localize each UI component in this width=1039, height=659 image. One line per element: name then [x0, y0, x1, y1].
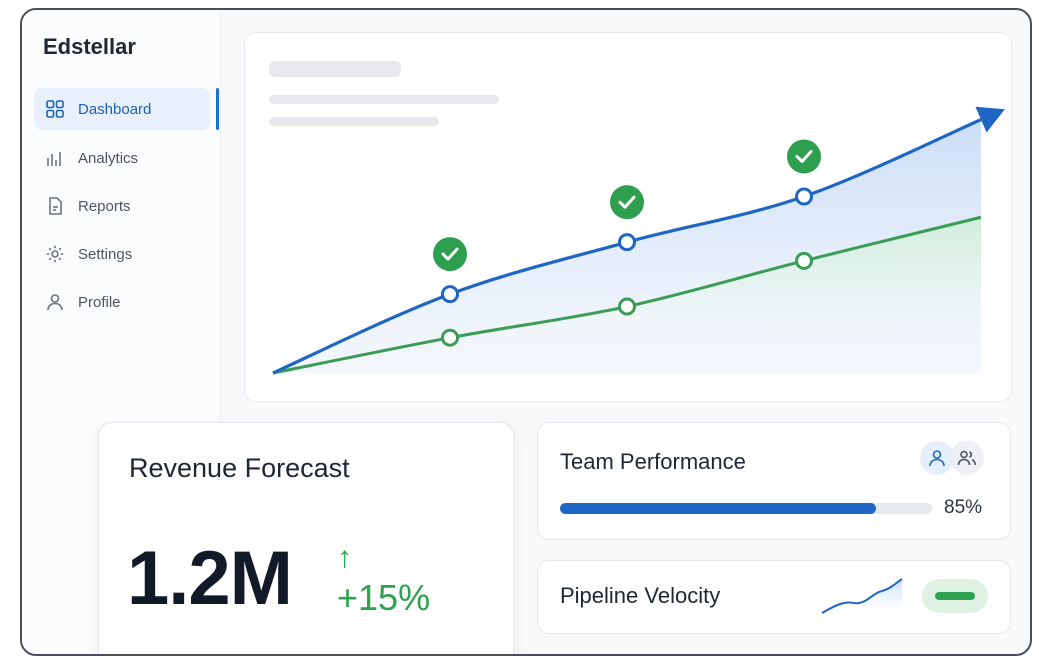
check-circle-icon — [610, 185, 644, 220]
data-point-upper — [795, 187, 813, 206]
data-point-upper — [441, 285, 459, 304]
sidebar-item-label: Dashboard — [78, 100, 152, 118]
sidebar-item-analytics[interactable]: Analytics — [34, 137, 210, 179]
data-point-lower — [795, 251, 813, 270]
bar-chart-icon — [44, 147, 66, 169]
sidebar-item-reports[interactable]: Reports — [34, 185, 210, 227]
check-circle-icon — [433, 237, 467, 272]
gear-icon — [44, 243, 66, 265]
data-point-lower — [441, 328, 459, 347]
pipeline-velocity-card: Pipeline Velocity — [537, 560, 1011, 634]
revenue-change: +15% — [337, 577, 431, 618]
app-window: Edstellar Dashboard Analytics Reports Se… — [20, 8, 1032, 656]
revenue-title: Revenue Forecast — [129, 453, 350, 483]
trend-up-arrow-icon: ↑ — [337, 541, 352, 574]
subtitle-skeleton-line — [269, 95, 499, 104]
revenue-forecast-card: Revenue Forecast 1.2M ↑ +15% — [98, 422, 514, 654]
sidebar-item-label: Reports — [78, 197, 131, 215]
title-skeleton — [269, 61, 401, 77]
sidebar-item-label: Analytics — [78, 149, 139, 167]
document-icon — [44, 195, 66, 217]
brand-logo-text: Edstellar — [43, 34, 136, 59]
subtitle-skeleton-line — [269, 117, 439, 126]
status-pill-icon — [922, 579, 988, 613]
growth-chart-card — [244, 32, 1012, 402]
sidebar-item-settings[interactable]: Settings — [34, 233, 210, 275]
check-circle-bg — [787, 139, 821, 174]
check-circle-icon — [787, 139, 821, 174]
pipeline-velocity-title: Pipeline Velocity — [560, 583, 721, 608]
user-icon[interactable] — [920, 441, 954, 475]
sidebar-item-dashboard[interactable]: Dashboard — [34, 88, 210, 130]
data-point-lower — [618, 297, 636, 316]
users-icon[interactable] — [950, 441, 984, 475]
data-point-upper — [618, 233, 636, 252]
sidebar-item-label: Profile — [78, 293, 121, 311]
trend-line-icon — [820, 575, 904, 624]
revenue-value: 1.2M — [127, 536, 293, 621]
user-icon — [44, 291, 66, 313]
grid-icon — [44, 98, 66, 120]
growth-chart — [272, 106, 1005, 375]
team-progress-percent: 85% — [944, 497, 983, 518]
sidebar-item-profile[interactable]: Profile — [34, 281, 210, 323]
team-performance-title: Team Performance — [560, 449, 746, 474]
check-circle-bg — [433, 237, 467, 272]
team-progress-fill — [560, 503, 877, 514]
team-progress-bar — [560, 503, 932, 514]
sidebar-item-label: Settings — [78, 245, 133, 263]
team-performance-card: Team Performance 85% — [537, 422, 1011, 540]
check-circle-bg — [610, 185, 644, 220]
active-indicator — [216, 88, 219, 130]
